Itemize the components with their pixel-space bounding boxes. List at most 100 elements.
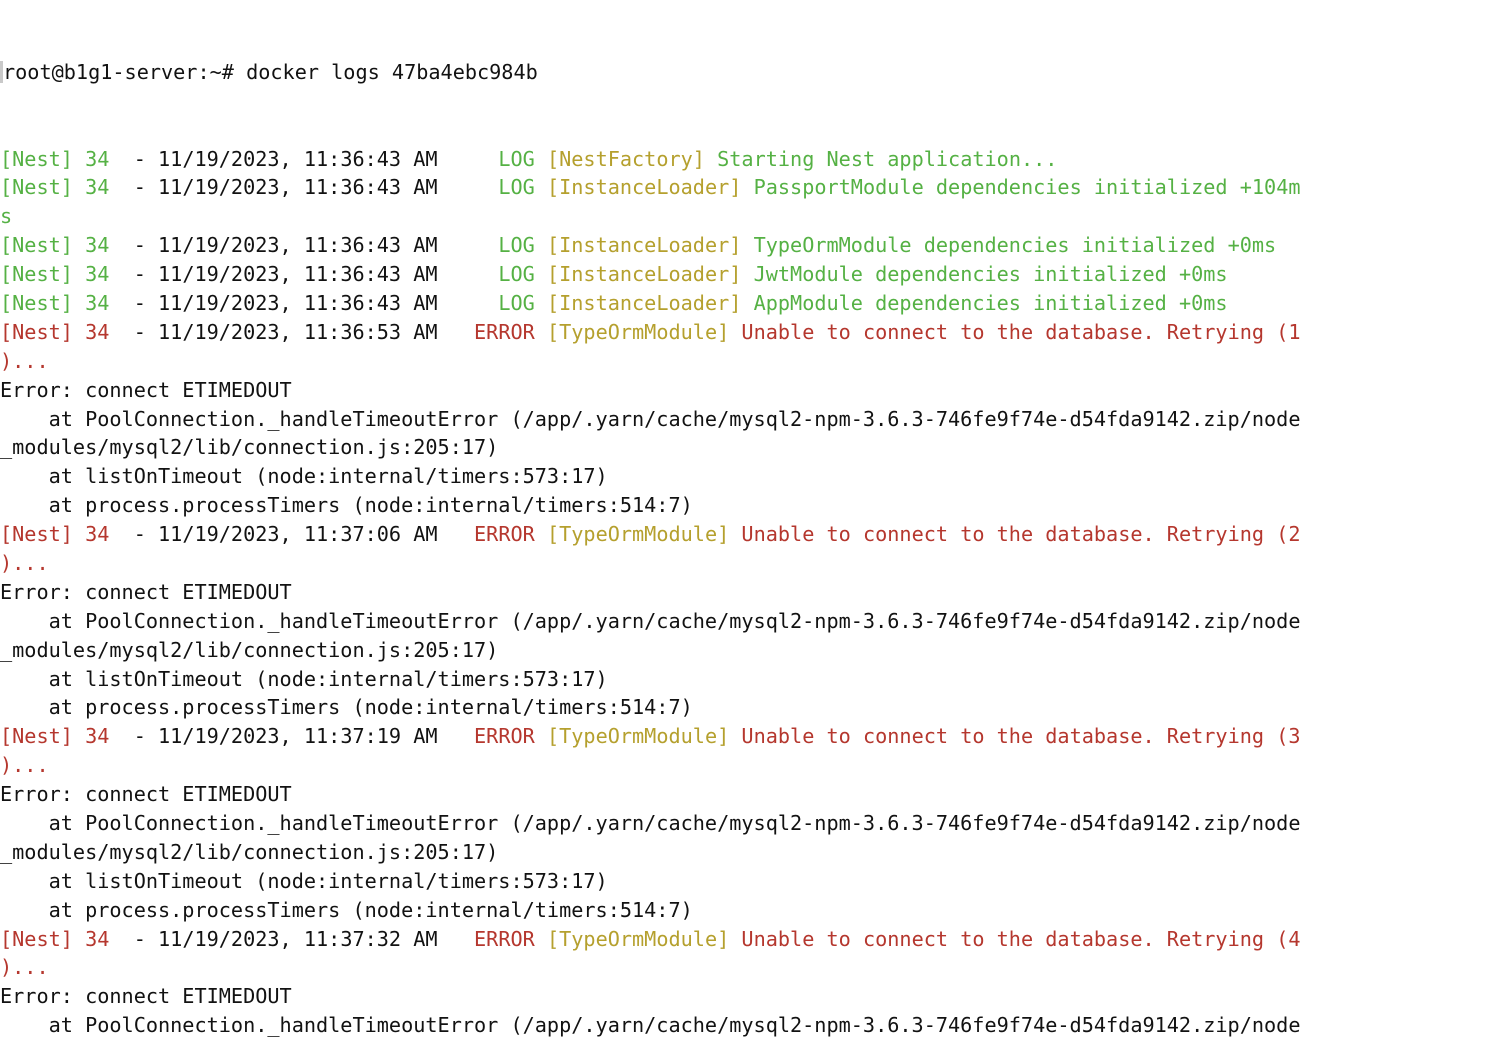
terminal-log-line: at listOnTimeout (node:internal/timers:5… bbox=[0, 867, 1504, 896]
log-segment-default bbox=[535, 291, 547, 315]
log-segment-default: - 11/19/2023, 11:37:06 AM bbox=[133, 522, 475, 547]
terminal-log-line: [Nest] 34 - 11/19/2023, 11:36:43 AM LOG … bbox=[0, 231, 1504, 260]
log-segment-green: LOG bbox=[498, 146, 535, 171]
terminal-log-line: at listOnTimeout (node:internal/timers:5… bbox=[0, 462, 1504, 491]
log-segment-default: - 11/19/2023, 11:36:43 AM bbox=[133, 146, 499, 171]
log-segment-default: - 11/19/2023, 11:36:43 AM bbox=[133, 290, 499, 315]
log-segment-green: s bbox=[0, 204, 13, 229]
log-segment-red: [Nest] 34 bbox=[0, 522, 134, 547]
log-segment-default: at listOnTimeout (node:internal/timers:5… bbox=[0, 464, 608, 489]
terminal-log-line: at process.processTimers (node:internal/… bbox=[0, 693, 1504, 722]
log-segment-green: PassportModule dependencies initialized … bbox=[753, 175, 1301, 200]
log-segment-default: at PoolConnection._handleTimeoutError (/… bbox=[0, 608, 1301, 633]
log-segment-red: Unable to connect to the database. Retry… bbox=[741, 522, 1301, 547]
terminal-log-lines: [Nest] 34 - 11/19/2023, 11:36:43 AM LOG … bbox=[0, 145, 1504, 1040]
log-segment-default bbox=[741, 175, 753, 199]
log-segment-green: LOG bbox=[498, 175, 535, 200]
log-segment-red: )... bbox=[0, 550, 49, 575]
terminal-log-line: s bbox=[0, 202, 1504, 231]
log-segment-red: Unable to connect to the database. Retry… bbox=[741, 926, 1301, 951]
log-segment-yellow: [InstanceLoader] bbox=[546, 290, 742, 315]
terminal-log-line: [Nest] 34 - 11/19/2023, 11:36:43 AM LOG … bbox=[0, 289, 1504, 318]
terminal-log-line: )... bbox=[0, 347, 1504, 376]
log-segment-red: [Nest] 34 bbox=[0, 926, 134, 951]
log-segment-default bbox=[729, 522, 741, 546]
log-segment-default bbox=[535, 262, 547, 286]
terminal-log-line: Error: connect ETIMEDOUT bbox=[0, 578, 1504, 607]
terminal-log-line: at PoolConnection._handleTimeoutError (/… bbox=[0, 809, 1504, 838]
terminal-log-line: Error: connect ETIMEDOUT bbox=[0, 780, 1504, 809]
terminal-log-line: Error: connect ETIMEDOUT bbox=[0, 376, 1504, 405]
log-segment-default bbox=[705, 147, 717, 171]
terminal-log-line: )... bbox=[0, 549, 1504, 578]
log-segment-default: - 11/19/2023, 11:36:43 AM bbox=[133, 262, 499, 287]
log-segment-default bbox=[535, 522, 547, 546]
log-segment-yellow: [InstanceLoader] bbox=[546, 175, 742, 200]
log-segment-default: - 11/19/2023, 11:37:32 AM bbox=[133, 926, 475, 951]
terminal-log-line: )... bbox=[0, 953, 1504, 982]
log-segment-green: [Nest] 34 bbox=[0, 262, 134, 287]
log-segment-green: LOG bbox=[498, 262, 535, 287]
log-segment-default: - 11/19/2023, 11:36:53 AM bbox=[133, 319, 475, 344]
log-segment-yellow: [TypeOrmModule] bbox=[546, 724, 730, 749]
terminal-log-line: [Nest] 34 - 11/19/2023, 11:36:43 AM LOG … bbox=[0, 145, 1504, 174]
log-segment-green: JwtModule dependencies initialized +0ms bbox=[753, 262, 1228, 287]
log-segment-default bbox=[535, 233, 547, 257]
log-segment-green: TypeOrmModule dependencies initialized +… bbox=[753, 233, 1277, 258]
log-segment-default: _modules/mysql2/lib/connection.js:205:17… bbox=[0, 637, 499, 662]
log-segment-yellow: [TypeOrmModule] bbox=[546, 522, 730, 547]
log-segment-green: Starting Nest application... bbox=[717, 146, 1058, 171]
terminal-log-line: [Nest] 34 - 11/19/2023, 11:37:19 AM ERRO… bbox=[0, 722, 1504, 751]
terminal-log-line: )... bbox=[0, 751, 1504, 780]
log-segment-default: - 11/19/2023, 11:36:43 AM bbox=[133, 233, 499, 258]
terminal-log-line: _modules/mysql2/lib/connection.js:205:17… bbox=[0, 838, 1504, 867]
log-segment-red: [Nest] 34 bbox=[0, 724, 134, 749]
log-segment-default bbox=[741, 262, 753, 286]
terminal-log-line: at PoolConnection._handleTimeoutError (/… bbox=[0, 1011, 1504, 1040]
log-segment-green: LOG bbox=[498, 233, 535, 258]
log-segment-default: Error: connect ETIMEDOUT bbox=[0, 579, 292, 604]
log-segment-yellow: [InstanceLoader] bbox=[546, 233, 742, 258]
terminal-log-line: at listOnTimeout (node:internal/timers:5… bbox=[0, 665, 1504, 694]
log-segment-default: at process.processTimers (node:internal/… bbox=[0, 493, 693, 518]
log-segment-default: _modules/mysql2/lib/connection.js:205:17… bbox=[0, 435, 499, 460]
log-segment-default: Error: connect ETIMEDOUT bbox=[0, 984, 292, 1009]
prompt-command-text: root@b1g1-server:~# docker logs 47ba4ebc… bbox=[3, 59, 538, 84]
terminal-log-line: [Nest] 34 - 11/19/2023, 11:37:06 AM ERRO… bbox=[0, 520, 1504, 549]
log-segment-default: at process.processTimers (node:internal/… bbox=[0, 695, 693, 720]
log-segment-yellow: [TypeOrmModule] bbox=[546, 319, 730, 344]
log-segment-default bbox=[741, 233, 753, 257]
terminal-log-line: at PoolConnection._handleTimeoutError (/… bbox=[0, 607, 1504, 636]
log-segment-default bbox=[729, 724, 741, 748]
log-segment-default: at process.processTimers (node:internal/… bbox=[0, 897, 693, 922]
terminal-log-line: at process.processTimers (node:internal/… bbox=[0, 491, 1504, 520]
log-segment-default: _modules/mysql2/lib/connection.js:205:17… bbox=[0, 839, 499, 864]
log-segment-default: Error: connect ETIMEDOUT bbox=[0, 377, 292, 402]
terminal-log-line: [Nest] 34 - 11/19/2023, 11:36:43 AM LOG … bbox=[0, 173, 1504, 202]
log-segment-red: Unable to connect to the database. Retry… bbox=[741, 319, 1301, 344]
log-segment-red: [Nest] 34 bbox=[0, 319, 134, 344]
log-segment-default bbox=[535, 927, 547, 951]
log-segment-default bbox=[741, 291, 753, 315]
log-segment-red: ERROR bbox=[474, 724, 535, 749]
terminal-output-pane[interactable]: root@b1g1-server:~# docker logs 47ba4ebc… bbox=[0, 0, 1504, 1040]
log-segment-default bbox=[535, 320, 547, 344]
terminal-log-line: [Nest] 34 - 11/19/2023, 11:37:32 AM ERRO… bbox=[0, 925, 1504, 954]
terminal-log-line: _modules/mysql2/lib/connection.js:205:17… bbox=[0, 433, 1504, 462]
terminal-log-line: at PoolConnection._handleTimeoutError (/… bbox=[0, 405, 1504, 434]
log-segment-default bbox=[729, 320, 741, 344]
terminal-prompt-line: root@b1g1-server:~# docker logs 47ba4ebc… bbox=[0, 58, 1504, 87]
log-segment-red: ERROR bbox=[474, 522, 535, 547]
log-segment-yellow: [InstanceLoader] bbox=[546, 262, 742, 287]
log-segment-default bbox=[535, 724, 547, 748]
log-segment-red: ERROR bbox=[474, 926, 535, 951]
terminal-log-line: at process.processTimers (node:internal/… bbox=[0, 896, 1504, 925]
log-segment-green: [Nest] 34 bbox=[0, 290, 134, 315]
log-segment-red: )... bbox=[0, 955, 49, 980]
log-segment-default: at listOnTimeout (node:internal/timers:5… bbox=[0, 868, 608, 893]
terminal-log-line: [Nest] 34 - 11/19/2023, 11:36:43 AM LOG … bbox=[0, 260, 1504, 289]
log-segment-green: [Nest] 34 bbox=[0, 146, 134, 171]
terminal-log-line: _modules/mysql2/lib/connection.js:205:17… bbox=[0, 636, 1504, 665]
log-segment-default bbox=[535, 175, 547, 199]
log-segment-red: ERROR bbox=[474, 319, 535, 344]
